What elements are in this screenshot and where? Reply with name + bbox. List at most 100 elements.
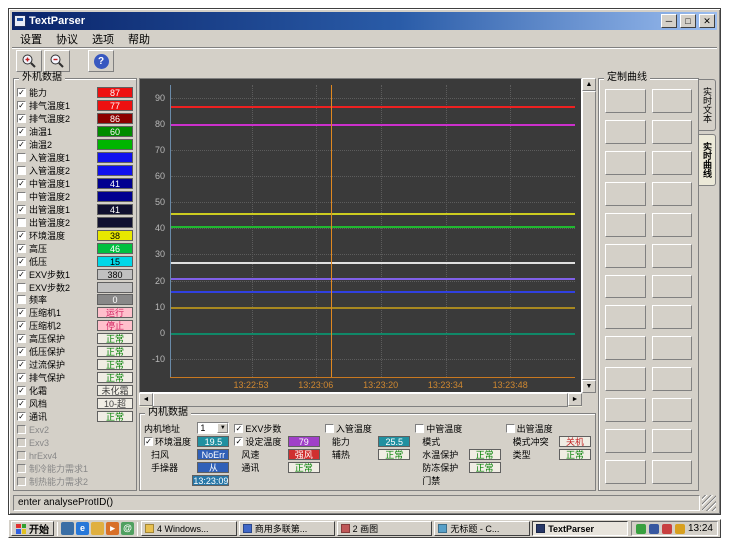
dropdown-arrow-icon[interactable]: ▼ <box>217 423 228 433</box>
media-player-icon[interactable]: ▸ <box>106 522 119 535</box>
item-checkbox[interactable]: ✓ <box>17 412 26 421</box>
item-checkbox[interactable] <box>17 218 26 227</box>
curve-slot-button[interactable] <box>605 120 646 144</box>
scroll-up-icon[interactable]: ▲ <box>582 78 596 91</box>
item-checkbox[interactable]: ✓ <box>234 437 243 446</box>
item-checkbox[interactable]: ✓ <box>17 244 26 253</box>
curve-slot-button[interactable] <box>605 305 646 329</box>
item-checkbox[interactable] <box>17 425 26 434</box>
menu-item[interactable]: 帮助 <box>121 30 157 48</box>
menu-item[interactable]: 选项 <box>85 30 121 48</box>
curve-slot-button[interactable] <box>605 213 646 237</box>
curve-slot-button[interactable] <box>652 120 693 144</box>
item-checkbox[interactable]: ✓ <box>17 127 26 136</box>
item-checkbox[interactable] <box>17 477 26 486</box>
curve-slot-button[interactable] <box>605 244 646 268</box>
item-checkbox[interactable] <box>17 451 26 460</box>
curve-slot-button[interactable] <box>652 460 693 484</box>
item-checkbox[interactable]: ✓ <box>17 270 26 279</box>
item-checkbox[interactable] <box>325 424 334 433</box>
network-icon[interactable] <box>662 524 672 534</box>
item-checkbox[interactable]: ✓ <box>17 114 26 123</box>
show-desktop-icon[interactable] <box>61 522 74 535</box>
item-checkbox[interactable] <box>415 424 424 433</box>
item-checkbox[interactable] <box>17 192 26 201</box>
curve-slot-button[interactable] <box>652 367 693 391</box>
taskbar-task-button[interactable]: 商用多联第... <box>239 521 335 536</box>
antivirus-icon[interactable] <box>636 524 646 534</box>
taskbar-task-button[interactable]: 4 Windows... <box>141 521 237 536</box>
curve-slot-button[interactable] <box>605 398 646 422</box>
item-checkbox[interactable]: ✓ <box>17 386 26 395</box>
vertical-scrollbar-thumb[interactable] <box>582 91 596 380</box>
curve-slot-button[interactable] <box>652 151 693 175</box>
curve-slot-button[interactable] <box>652 244 693 268</box>
curve-slot-button[interactable] <box>605 429 646 453</box>
help-button[interactable]: ? <box>88 50 114 72</box>
item-checkbox[interactable]: ✓ <box>17 101 26 110</box>
outlook-icon[interactable]: @ <box>121 522 134 535</box>
taskbar-task-button[interactable]: 2 画图 <box>337 521 433 536</box>
item-checkbox[interactable]: ✓ <box>17 399 26 408</box>
item-checkbox[interactable]: ✓ <box>144 437 153 446</box>
horizontal-scrollbar-thumb[interactable] <box>153 393 568 407</box>
item-checkbox[interactable] <box>17 166 26 175</box>
chart-canvas[interactable]: 9080706050403020100-10 13:22:5313:23:061… <box>139 78 582 393</box>
curve-slot-button[interactable] <box>605 182 646 206</box>
start-button[interactable]: 开始 <box>11 521 54 536</box>
item-checkbox[interactable] <box>17 283 26 292</box>
curve-slot-button[interactable] <box>652 398 693 422</box>
curve-slot-button[interactable] <box>605 151 646 175</box>
scroll-right-icon[interactable]: ► <box>568 393 582 406</box>
item-checkbox[interactable]: ✓ <box>17 308 26 317</box>
curve-slot-button[interactable] <box>605 89 646 113</box>
address-select[interactable]: 1▼ <box>197 422 229 434</box>
curve-slot-button[interactable] <box>652 89 693 113</box>
item-checkbox[interactable]: ✓ <box>17 321 26 330</box>
item-checkbox[interactable] <box>17 438 26 447</box>
item-checkbox[interactable]: ✓ <box>17 257 26 266</box>
item-checkbox[interactable] <box>17 295 26 304</box>
item-checkbox[interactable] <box>506 424 515 433</box>
internet-explorer-icon[interactable]: e <box>76 522 89 535</box>
menu-item[interactable]: 协议 <box>49 30 85 48</box>
item-checkbox[interactable]: ✓ <box>17 88 26 97</box>
title-bar[interactable]: TextParser ─ □ ✕ <box>12 12 717 30</box>
chart-cursor[interactable] <box>331 85 332 377</box>
menu-item[interactable]: 设置 <box>13 30 49 48</box>
taskbar-task-button[interactable]: 无标题 - C... <box>434 521 530 536</box>
update-icon[interactable] <box>675 524 685 534</box>
curve-slot-button[interactable] <box>652 336 693 360</box>
item-checkbox[interactable] <box>17 153 26 162</box>
curve-slot-button[interactable] <box>652 182 693 206</box>
volume-icon[interactable] <box>649 524 659 534</box>
curve-slot-button[interactable] <box>605 367 646 391</box>
side-tab[interactable]: 实时曲线 <box>699 134 716 186</box>
maximize-button[interactable]: □ <box>680 14 696 28</box>
item-checkbox[interactable]: ✓ <box>17 347 26 356</box>
item-checkbox[interactable]: ✓ <box>17 140 26 149</box>
close-button[interactable]: ✕ <box>699 14 715 28</box>
item-checkbox[interactable]: ✓ <box>17 205 26 214</box>
scroll-down-icon[interactable]: ▼ <box>582 380 596 393</box>
chart-plot[interactable] <box>170 85 575 377</box>
curve-slot-button[interactable] <box>605 460 646 484</box>
zoom-in-button[interactable] <box>16 50 42 72</box>
curve-slot-button[interactable] <box>605 336 646 360</box>
item-checkbox[interactable]: ✓ <box>17 179 26 188</box>
curve-slot-button[interactable] <box>652 429 693 453</box>
minimize-button[interactable]: ─ <box>661 14 677 28</box>
chart-vertical-scrollbar[interactable]: ▲ ▼ <box>582 78 596 393</box>
curve-slot-button[interactable] <box>605 275 646 299</box>
zoom-out-button[interactable] <box>44 50 70 72</box>
side-tab[interactable]: 实时文本 <box>699 79 716 131</box>
scroll-left-icon[interactable]: ◄ <box>139 393 153 406</box>
chart-horizontal-scrollbar[interactable]: ◄ ► <box>139 393 582 407</box>
item-checkbox[interactable]: ✓ <box>17 334 26 343</box>
curve-slot-button[interactable] <box>652 305 693 329</box>
item-checkbox[interactable]: ✓ <box>17 360 26 369</box>
item-checkbox[interactable]: ✓ <box>17 231 26 240</box>
curve-slot-button[interactable] <box>652 213 693 237</box>
curve-slot-button[interactable] <box>652 275 693 299</box>
taskbar-task-button[interactable]: TextParser <box>532 521 628 536</box>
